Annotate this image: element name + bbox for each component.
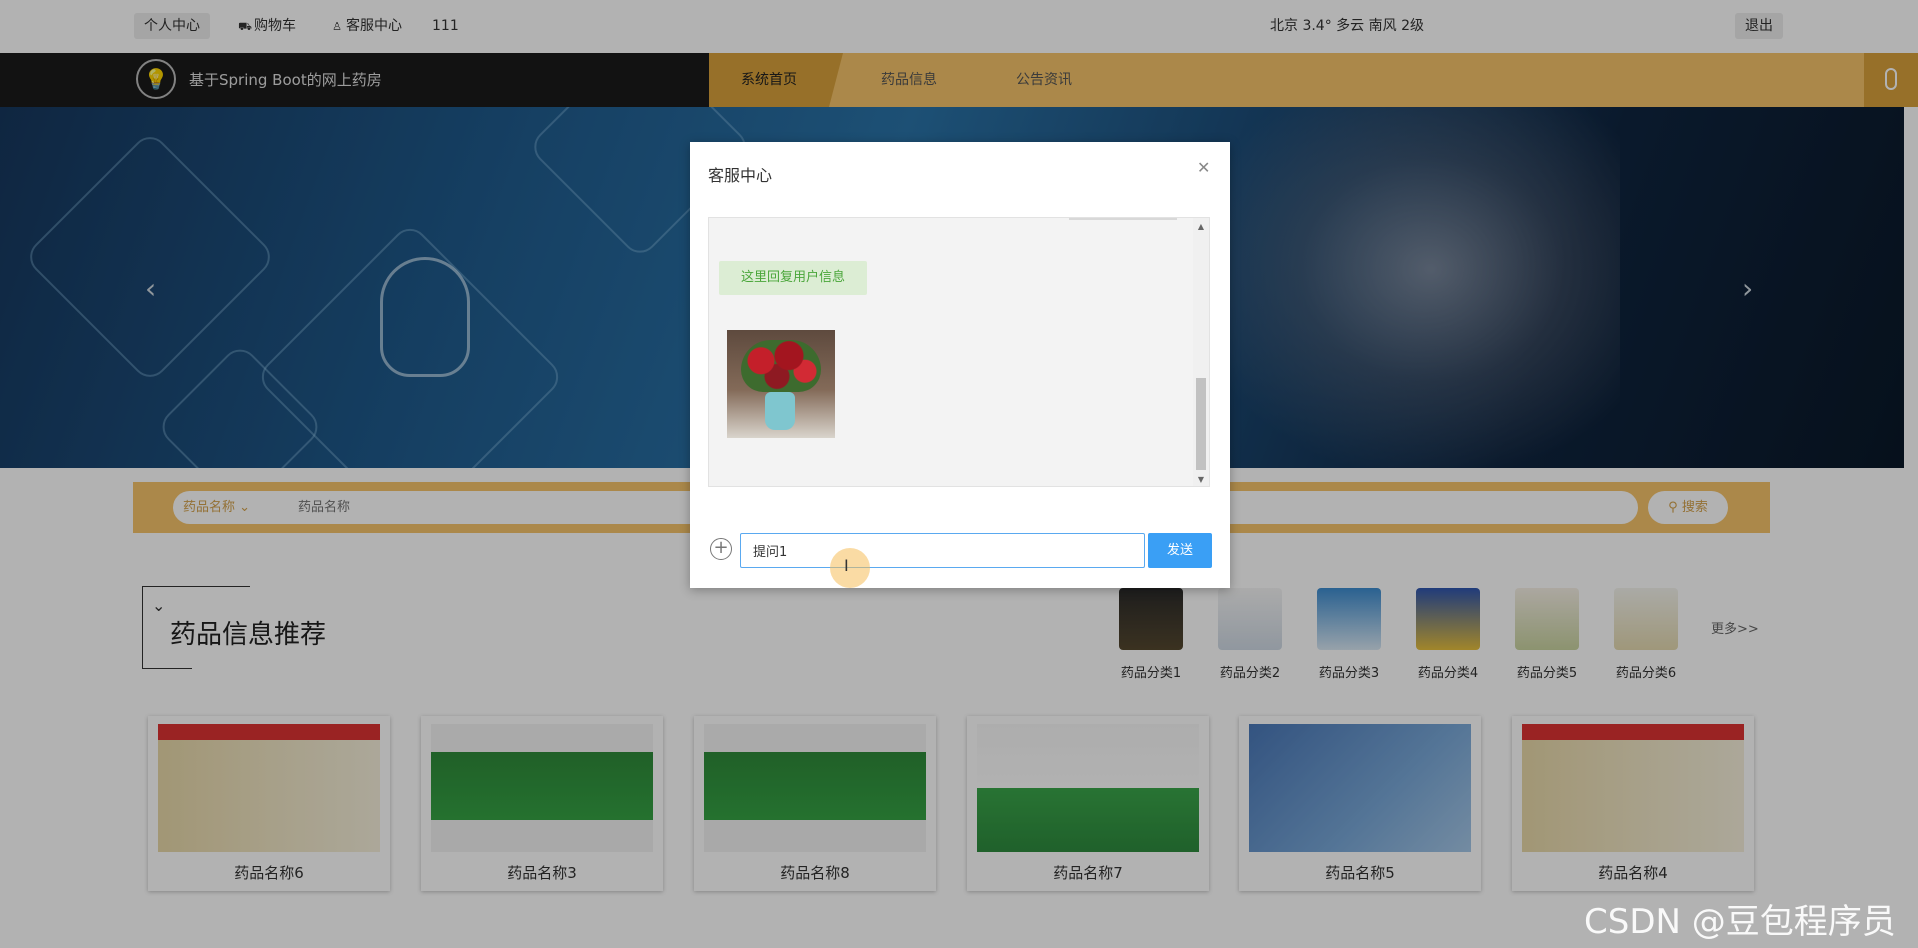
scrollbar-thumb[interactable]: [1196, 378, 1206, 470]
text-cursor-icon: I: [844, 556, 849, 575]
scroll-up-icon[interactable]: ▲: [1193, 222, 1209, 231]
close-icon[interactable]: ✕: [1197, 158, 1210, 177]
chat-messages[interactable]: 这里回复用户信息 ▲ ▼: [708, 217, 1210, 487]
watermark: CSDN @豆包程序员: [1584, 902, 1896, 942]
chat-input[interactable]: [740, 533, 1145, 568]
scroll-down-icon[interactable]: ▼: [1193, 475, 1209, 484]
dialog-title: 客服中心: [708, 166, 773, 185]
reply-message-bubble: 这里回复用户信息: [719, 261, 868, 295]
chat-scrollbar[interactable]: ▲ ▼: [1193, 218, 1209, 486]
flower-image-message[interactable]: [727, 330, 835, 438]
service-chat-dialog: 客服中心 ✕ 这里回复用户信息 ▲ ▼ + 发送: [690, 142, 1230, 588]
add-attachment-icon[interactable]: +: [710, 538, 732, 560]
send-button[interactable]: 发送: [1148, 533, 1212, 568]
cursor-highlight: I: [830, 548, 870, 588]
